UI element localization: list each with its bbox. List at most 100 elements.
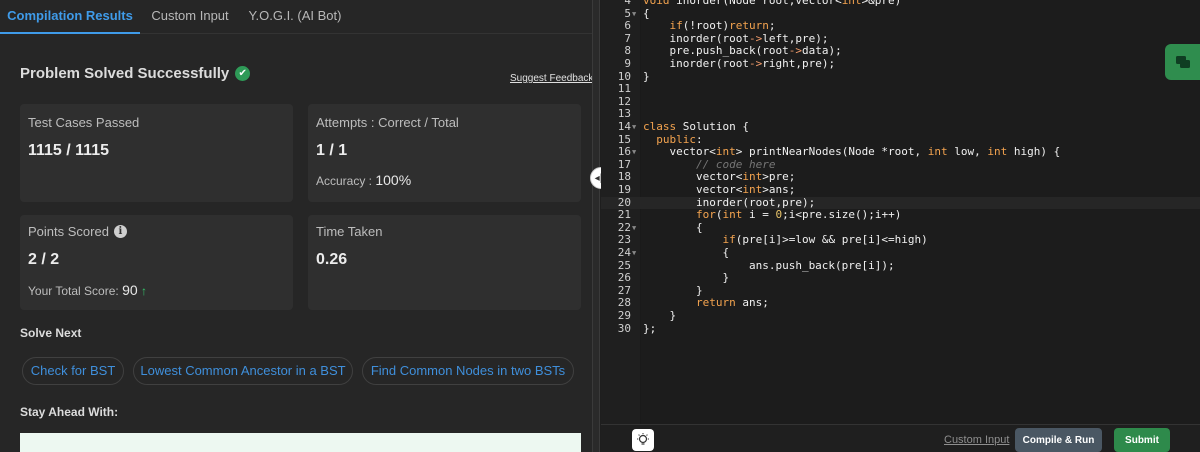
code-text: return ans;	[695, 296, 769, 310]
code-line[interactable]: 13	[601, 108, 1200, 120]
custom-input-link[interactable]: Custom Input	[944, 434, 1009, 446]
code-line[interactable]: 28 return ans;	[601, 297, 1200, 309]
fold-arrow-icon[interactable]: ▼	[632, 8, 636, 20]
submit-button[interactable]: Submit	[1114, 428, 1170, 452]
code-line[interactable]: 9 inorder(root->right,pre);	[601, 58, 1200, 70]
code-line[interactable]: 25 ans.push_back(pre[i]);	[601, 258, 1200, 272]
code-line[interactable]: 27 }	[601, 283, 1200, 297]
code-line[interactable]: 14 ▼ class Solution {	[601, 121, 1200, 133]
code-line[interactable]: 10}	[601, 69, 1200, 83]
code-text: }	[643, 283, 703, 297]
time-label: Time Taken	[316, 224, 383, 239]
code-text: public:	[656, 132, 703, 146]
stay-ahead-heading: Stay Ahead With:	[20, 405, 119, 419]
solve-next-check-for-bst[interactable]: Check for BST	[22, 357, 124, 385]
code-text: {	[643, 220, 703, 234]
accuracy-label: Accuracy :	[316, 174, 373, 188]
result-title-text: Problem Solved Successfully	[20, 65, 230, 82]
line-number: 8	[624, 44, 631, 58]
solve-next-heading: Solve Next	[20, 326, 82, 340]
line-number: 6	[624, 19, 631, 33]
code-text: };	[643, 321, 657, 335]
code-text: ans.push_back(pre[i]);	[643, 258, 895, 272]
code-line[interactable]: 8 pre.push_back(root->data);	[601, 45, 1200, 57]
code-text: }	[643, 69, 650, 83]
panel-splitter[interactable]	[592, 0, 600, 452]
fold-arrow-icon[interactable]: ▼	[632, 121, 636, 133]
total-score: Your Total Score: 90 ↑	[28, 282, 147, 298]
code-line[interactable]: 26 }	[601, 272, 1200, 284]
code-line[interactable]: 12	[601, 95, 1200, 108]
code-line[interactable]: 23 if(pre[i]>=low && pre[i]<=high)	[601, 234, 1200, 246]
code-line[interactable]: 29 }	[601, 310, 1200, 322]
line-number: 26	[617, 271, 631, 285]
code-line[interactable]: 21 for(int i = 0;i<pre.size();i++)	[601, 209, 1200, 221]
line-number: 11	[617, 82, 631, 96]
code-text: vector<int>pre;	[643, 170, 796, 184]
chat-bubble-icon	[1175, 56, 1190, 68]
code-text: vector<int>ans;	[643, 183, 796, 196]
code-line[interactable]: 20 inorder(root,pre);	[601, 196, 1200, 209]
line-number: 13	[617, 107, 631, 121]
line-number: 23	[617, 233, 631, 247]
fold-arrow-icon[interactable]: ▼	[632, 222, 636, 234]
fold-arrow-icon[interactable]: ▼	[632, 146, 636, 158]
tab-custom-input[interactable]: Custom Input	[140, 0, 240, 34]
code-line[interactable]: 5 ▼ {	[601, 7, 1200, 20]
suggest-feedback-link[interactable]: Suggest Feedback	[510, 73, 592, 84]
test-cases-value: 1115 / 1115	[28, 142, 109, 159]
code-line[interactable]: 17 // code here	[601, 157, 1200, 171]
attempts-card: Attempts : Correct / Total 1 / 1 Accurac…	[308, 104, 581, 202]
code-text: if(pre[i]>=low && pre[i]<=high)	[722, 233, 928, 247]
code-text: class Solution {	[643, 120, 749, 133]
fold-arrow-icon[interactable]: ▼	[632, 247, 636, 259]
lightbulb-svg	[637, 433, 649, 445]
code-editor[interactable]: 4 void inorder(Node root,vector<int>&pre)…	[601, 0, 1200, 424]
accuracy-value: 100%	[375, 172, 412, 188]
solve-next-find-common-nodes[interactable]: Find Common Nodes in two BSTs	[362, 357, 574, 385]
lightbulb-icon[interactable]	[632, 429, 654, 451]
line-number: 27	[617, 283, 631, 297]
code-text: pre.push_back(root->data);	[643, 44, 842, 58]
check-circle-icon: ✔	[235, 66, 251, 81]
code-text: inorder(root->right,pre);	[643, 57, 836, 70]
chat-icon[interactable]	[1165, 44, 1200, 80]
total-score-label: Your Total Score:	[28, 284, 119, 298]
code-line[interactable]: 19 vector<int>ans;	[601, 184, 1200, 196]
line-number: 15	[617, 132, 631, 146]
arrow-up-icon: ↑	[141, 284, 147, 298]
attempts-label: Attempts : Correct / Total	[316, 115, 459, 130]
code-line[interactable]: 6 if(!root)return;	[601, 20, 1200, 32]
code-line[interactable]: 4 void inorder(Node root,vector<int>&pre)	[601, 0, 1200, 7]
code-text: vector<int> printNearNodes(Node *root, i…	[643, 145, 1061, 159]
solve-next-lowest-common-ancestor[interactable]: Lowest Common Ancestor in a BST	[133, 357, 353, 385]
editor-action-bar	[601, 424, 1200, 452]
code-text: }	[643, 271, 730, 285]
code-line[interactable]: 22 ▼ {	[601, 220, 1200, 234]
line-number: 28	[617, 296, 631, 310]
points-value: 2 / 2	[28, 251, 60, 268]
code-text: for(int i = 0;i<pre.size();i++)	[695, 208, 902, 222]
result-title: Problem Solved Successfully ✔	[20, 65, 251, 82]
points-card: Points Scored i 2 / 2 Your Total Score: …	[20, 215, 293, 310]
compile-run-button[interactable]: Compile & Run	[1015, 428, 1102, 452]
line-number: 29	[617, 309, 631, 322]
code-line[interactable]: 15 public:	[601, 132, 1200, 146]
tab-yogi-ai-bot[interactable]: Y.O.G.I. (AI Bot)	[240, 0, 350, 34]
code-line[interactable]: 16 ▼ vector<int> printNearNodes(Node *roo…	[601, 146, 1200, 158]
code-line[interactable]: 30};	[601, 321, 1200, 335]
code-line[interactable]: 18 vector<int>pre;	[601, 171, 1200, 183]
code-text: // code here	[643, 157, 776, 171]
tab-compilation-results[interactable]: Compilation Results	[0, 0, 140, 34]
line-number: 25	[617, 258, 631, 272]
code-line[interactable]: 11	[601, 83, 1200, 95]
promo-banner[interactable]	[20, 433, 581, 452]
code-text: {	[643, 246, 730, 259]
line-number: 4	[624, 0, 631, 7]
code-line[interactable]: 24 ▼ {	[601, 247, 1200, 259]
info-icon[interactable]: i	[113, 225, 127, 238]
line-number: 16	[617, 145, 631, 159]
accuracy: Accuracy : 100%	[316, 172, 411, 188]
total-score-value: 90	[122, 282, 138, 298]
code-line[interactable]: 7 inorder(root->left,pre);	[601, 32, 1200, 45]
